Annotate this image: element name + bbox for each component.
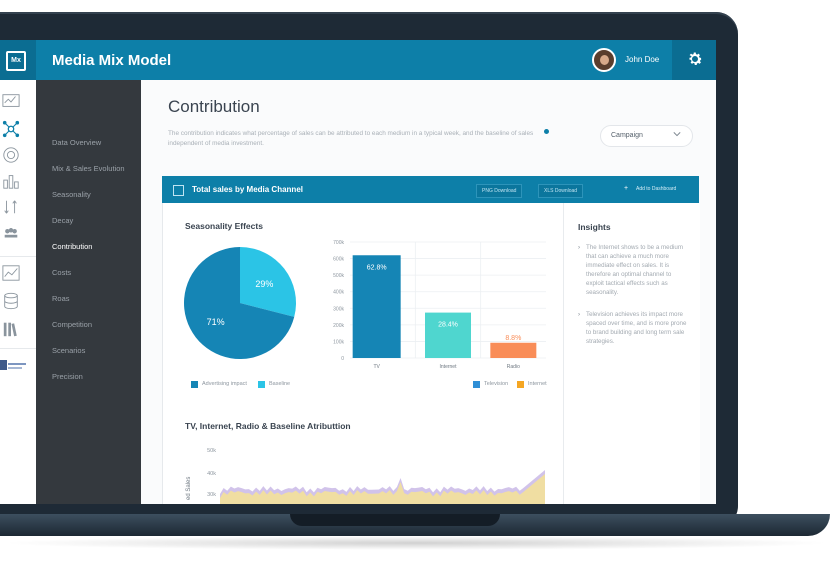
y-tick-label: 500k xyxy=(333,273,344,279)
gear-icon xyxy=(689,52,703,65)
legend-label-advertising: Advertising impact xyxy=(202,381,247,387)
insight-item: › The Internet shows to be a medium that… xyxy=(578,243,690,297)
sidebar-item-mix-sales-evolution[interactable]: Mix & Sales Evolution xyxy=(52,164,125,173)
y-tick-label: 40k xyxy=(207,471,216,477)
target-icon[interactable] xyxy=(2,146,20,164)
legend-swatch-internet xyxy=(517,381,524,388)
bar-internet xyxy=(425,312,471,358)
sidebar-item-roas[interactable]: Roas xyxy=(52,294,70,303)
icon-rail xyxy=(0,80,37,504)
bar-radio xyxy=(490,342,537,358)
settings-button[interactable] xyxy=(672,40,716,80)
y-axis-label: ed Sales xyxy=(186,477,192,500)
y-tick-label: 200k xyxy=(333,323,344,329)
app-title: Media Mix Model xyxy=(52,52,172,69)
arrows-icon[interactable] xyxy=(2,198,20,216)
pie-data-label: 29% xyxy=(255,279,273,289)
y-tick-label: 0 xyxy=(341,356,344,362)
chart-line-icon[interactable] xyxy=(2,92,20,110)
brand-logo-icon xyxy=(0,360,26,370)
pie-data-label: 71% xyxy=(207,317,225,327)
bar-data-label: 62.8% xyxy=(367,264,387,271)
page-description: The contribution indicates what percenta… xyxy=(168,130,534,147)
logo-box[interactable]: Mx xyxy=(0,40,36,80)
library-icon[interactable] xyxy=(2,320,20,338)
y-tick-label: 300k xyxy=(333,306,344,312)
bar-data-label: 28.4% xyxy=(438,322,458,329)
legend-swatch-baseline xyxy=(258,381,265,388)
y-tick-label: 100k xyxy=(333,339,344,345)
avatar[interactable] xyxy=(592,48,616,72)
chevron-down-icon xyxy=(673,132,681,137)
sidebar-item-contribution[interactable]: Contribution xyxy=(52,242,92,251)
legend-label-television: Television xyxy=(484,381,509,387)
y-tick-label: 50k xyxy=(207,448,216,454)
seasonality-pie-chart: 29% 71% xyxy=(184,247,296,359)
channel-bar-chart: 0 100k 200k 300k 400k 500k 600k 700k 62.8% TV 28.4… xyxy=(333,240,546,370)
sidebar-item-competition[interactable]: Competition xyxy=(52,320,92,329)
legend-swatch-television xyxy=(473,381,480,388)
plus-icon[interactable]: + xyxy=(624,185,628,192)
sidebar-item-data-overview[interactable]: Data Overview xyxy=(52,138,101,147)
network-icon[interactable] xyxy=(2,120,20,138)
insights-title: Insights xyxy=(578,222,611,232)
users-icon[interactable] xyxy=(2,224,20,242)
legend-label-internet: Internet xyxy=(528,381,547,387)
sidebar-item-precision[interactable]: Precision xyxy=(52,372,83,381)
x-tick-label: Radio xyxy=(507,364,520,370)
database-icon[interactable] xyxy=(2,292,20,310)
insight-text: The Internet shows to be a medium that c… xyxy=(586,244,683,296)
rail-divider xyxy=(0,256,36,257)
y-tick-label: 700k xyxy=(333,240,344,246)
analytics-icon[interactable] xyxy=(2,264,20,282)
png-download-button[interactable]: PNG Download xyxy=(476,184,523,198)
laptop-shadow xyxy=(0,536,832,550)
y-tick-label: 600k xyxy=(333,257,344,263)
chart-box-icon xyxy=(173,185,184,196)
rail-divider xyxy=(0,348,36,349)
laptop-notch xyxy=(290,514,500,526)
user-name[interactable]: John Doe xyxy=(625,55,659,64)
card-header: Total sales by Media Channel PNG Downloa… xyxy=(162,176,699,203)
insight-item: › Television achieves its impact more sp… xyxy=(578,310,690,346)
card-title: Total sales by Media Channel xyxy=(192,185,303,194)
x-tick-label: Internet xyxy=(440,364,458,370)
insight-text: Television achieves its impact more spac… xyxy=(586,311,687,345)
chevron-right-icon: › xyxy=(578,311,581,318)
sidebar-item-costs[interactable]: Costs xyxy=(52,268,71,277)
x-tick-label: TV xyxy=(373,364,380,370)
attribution-title: TV, Internet, Radio & Baseline Atributti… xyxy=(185,421,351,431)
bar-chart-icon[interactable] xyxy=(2,172,20,190)
sidebar-item-decay[interactable]: Decay xyxy=(52,216,73,225)
attribution-area-chart: 50k 40k 30k ed Sales xyxy=(186,448,545,504)
y-tick-label: 30k xyxy=(207,492,216,498)
add-to-dashboard-link[interactable]: Add to Dashboard xyxy=(636,186,676,192)
insights-panel: Insights › The Internet shows to be a me… xyxy=(563,203,700,504)
sidebar-item-seasonality[interactable]: Seasonality xyxy=(52,190,91,199)
status-dot xyxy=(544,129,549,134)
top-bar: Mx Media Mix Model John Doe xyxy=(0,40,716,80)
campaign-select[interactable]: Campaign xyxy=(600,125,693,147)
page-title: Contribution xyxy=(168,97,260,116)
sidebar-item-scenarios[interactable]: Scenarios xyxy=(52,346,85,355)
sidebar: Data Overview Mix & Sales Evolution Seas… xyxy=(36,80,141,504)
campaign-select-value: Campaign xyxy=(611,132,643,139)
seasonality-title: Seasonality Effects xyxy=(185,221,263,231)
y-tick-label: 400k xyxy=(333,290,344,296)
legend-label-baseline: Baseline xyxy=(269,381,291,387)
legend-swatch-advertising xyxy=(191,381,198,388)
xls-download-button[interactable]: XLS Download xyxy=(538,184,584,198)
bar-data-label: 8.8% xyxy=(505,335,521,342)
app-logo: Mx xyxy=(6,51,26,71)
chevron-right-icon: › xyxy=(578,244,581,251)
